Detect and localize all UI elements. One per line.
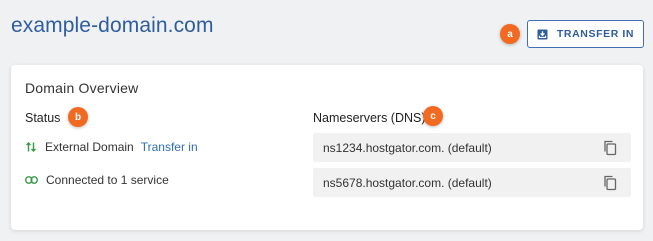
copy-icon[interactable] xyxy=(603,175,617,191)
transfer-in-label: TRANSFER IN xyxy=(556,28,635,40)
nameserver-value: ns5678.hostgator.com. (default) xyxy=(323,175,492,190)
nameserver-row: ns1234.hostgator.com. (default) xyxy=(313,133,631,162)
copy-icon[interactable] xyxy=(603,140,617,156)
domain-overview-card: Domain Overview Status Nameservers (DNS)… xyxy=(11,65,643,230)
status-external-domain: External Domain Transfer in xyxy=(25,140,198,154)
nameserver-value: ns1234.hostgator.com. (default) xyxy=(323,140,492,155)
connected-services-text: Connected to 1 service xyxy=(46,173,169,187)
transfer-arrows-icon xyxy=(26,142,36,152)
badge-b: b xyxy=(68,107,88,127)
badge-c: c xyxy=(423,106,443,126)
external-domain-text: External Domain xyxy=(45,140,134,154)
nameservers-label: Nameservers (DNS) xyxy=(313,111,426,125)
nameserver-row: ns5678.hostgator.com. (default) xyxy=(313,168,631,197)
transfer-in-button[interactable]: TRANSFER IN xyxy=(527,20,644,48)
transfer-in-link[interactable]: Transfer in xyxy=(141,140,198,154)
status-label: Status xyxy=(25,111,61,125)
transfer-in-icon xyxy=(537,29,548,40)
link-icon xyxy=(25,176,38,184)
card-title: Domain Overview xyxy=(25,80,139,96)
domain-title: example-domain.com xyxy=(11,14,214,37)
badge-a: a xyxy=(500,24,520,44)
status-connected-services: Connected to 1 service xyxy=(25,173,169,187)
